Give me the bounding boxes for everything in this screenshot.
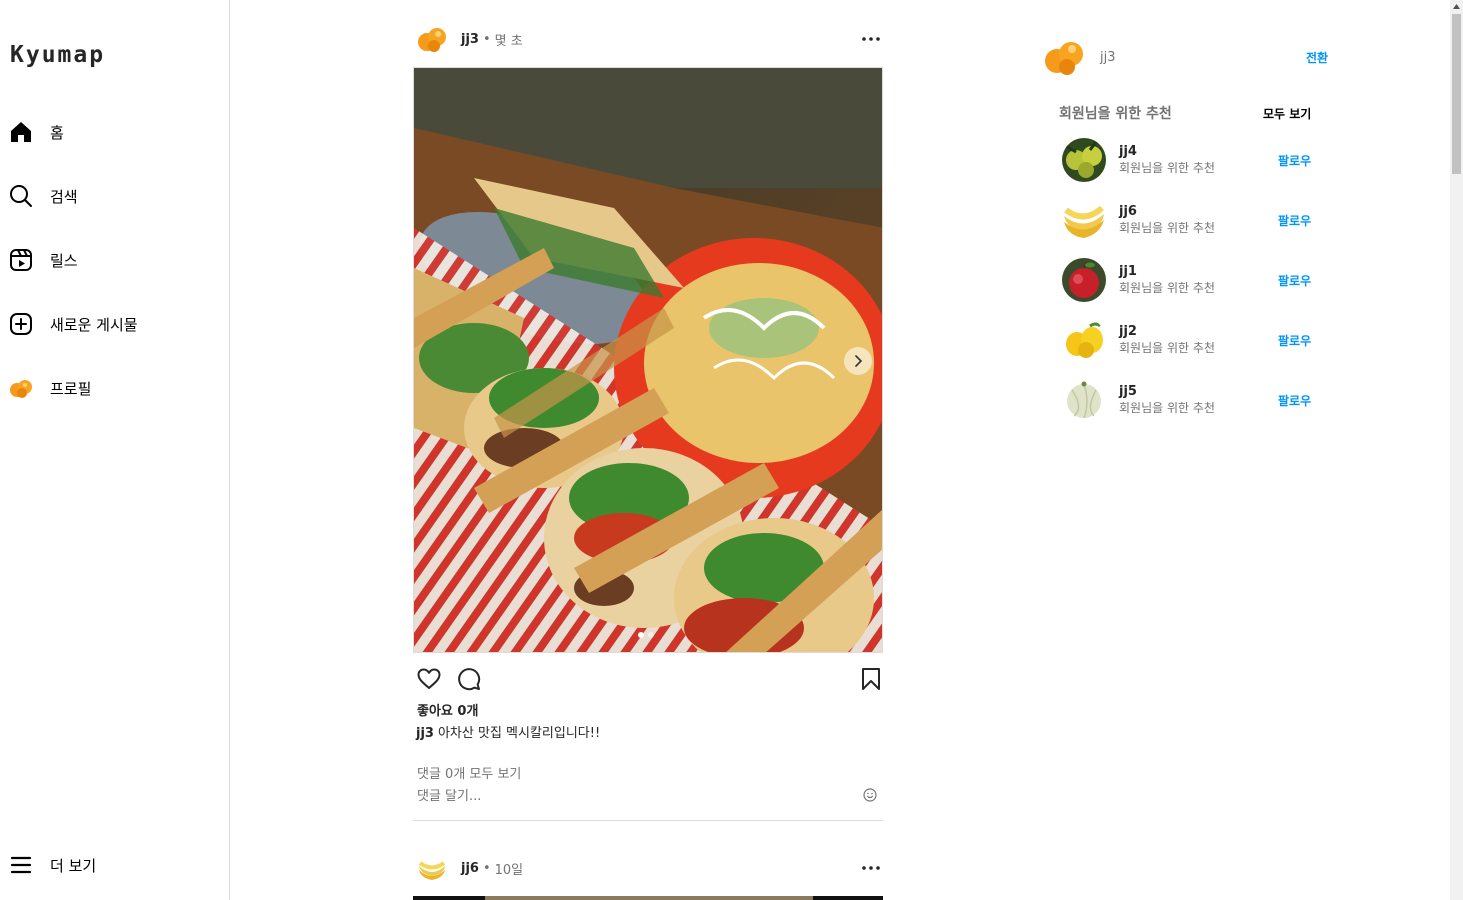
- suggestion-item: jj4 회원님을 위한 추천 팔로우: [1062, 138, 1322, 182]
- sidebar-item-home[interactable]: 홈: [8, 114, 218, 150]
- sidebar-item-label: 릴스: [50, 251, 78, 270]
- switch-account-button[interactable]: 전환: [1306, 49, 1328, 66]
- comment-input[interactable]: [417, 786, 837, 807]
- sidebar-item-search[interactable]: 검색: [8, 178, 218, 214]
- suggestion-item: jj6 회원님을 위한 추천 팔로우: [1062, 198, 1322, 242]
- sidebar-item-label: 검색: [50, 187, 78, 206]
- emoji-icon[interactable]: [863, 787, 879, 803]
- suggestion-text: jj4 회원님을 위한 추천: [1119, 144, 1215, 176]
- suggestion-text: jj6 회원님을 위한 추천: [1119, 204, 1215, 236]
- suggestion-subtitle: 회원님을 위한 추천: [1119, 281, 1215, 295]
- post-username[interactable]: jj6: [461, 861, 479, 876]
- carousel-next-button[interactable]: [844, 347, 872, 375]
- carousel-dot: [648, 632, 654, 638]
- profile-avatar-icon: [8, 375, 34, 401]
- current-user: jj3: [1042, 35, 1116, 79]
- melon-fruit-avatar-icon[interactable]: [1062, 378, 1106, 422]
- suggestion-item: jj2 회원님을 위한 추천 팔로우: [1062, 318, 1322, 362]
- sidebar-item-label: 홈: [50, 123, 64, 142]
- follow-button[interactable]: 팔로우: [1278, 332, 1311, 349]
- avatar[interactable]: [416, 23, 448, 55]
- suggestion-username[interactable]: jj1: [1119, 264, 1215, 280]
- follow-button[interactable]: 팔로우: [1278, 212, 1311, 229]
- lime-fruit-avatar-icon[interactable]: [1062, 138, 1106, 182]
- suggestion-text: jj2 회원님을 위한 추천: [1119, 324, 1215, 356]
- post-image-preview: [485, 896, 813, 900]
- sidebar: Kyumap 홈 검색 릴스 새로운 게시물 프로필 더 보기: [0, 0, 230, 900]
- menu-icon: [8, 852, 34, 878]
- post-actions: [413, 653, 883, 701]
- search-icon: [8, 183, 34, 209]
- suggestion-subtitle: 회원님을 위한 추천: [1119, 401, 1215, 415]
- home-icon: [8, 119, 34, 145]
- avatar[interactable]: [1042, 35, 1086, 79]
- follow-button[interactable]: 팔로우: [1278, 152, 1311, 169]
- sidebar-item-new-post[interactable]: 새로운 게시물: [8, 306, 218, 342]
- sidebar-item-more[interactable]: 더 보기: [8, 847, 218, 883]
- carousel-dot-active: [638, 632, 644, 638]
- more-options-icon[interactable]: [861, 29, 881, 49]
- view-all-comments-link[interactable]: 댓글 0개 모두 보기: [417, 765, 883, 785]
- separator-dot: •: [482, 860, 491, 876]
- current-username[interactable]: jj3: [1100, 50, 1116, 65]
- follow-button[interactable]: 팔로우: [1278, 272, 1311, 289]
- suggestion-subtitle: 회원님을 위한 추천: [1119, 161, 1215, 175]
- comment-bubble-icon[interactable]: [455, 665, 483, 693]
- post-time: 10일: [494, 862, 524, 878]
- sidebar-item-label: 새로운 게시물: [50, 315, 138, 334]
- page-scrollbar[interactable]: [1450, 0, 1463, 900]
- suggestion-subtitle: 회원님을 위한 추천: [1119, 341, 1215, 355]
- bookmark-icon[interactable]: [857, 665, 885, 693]
- like-heart-icon[interactable]: [415, 665, 443, 693]
- post-image[interactable]: [413, 67, 883, 653]
- plus-square-icon: [8, 311, 34, 337]
- app-logo[interactable]: Kyumap: [10, 42, 105, 68]
- sidebar-item-profile[interactable]: 프로필: [8, 370, 218, 406]
- reels-icon: [8, 247, 34, 273]
- separator-dot: •: [482, 31, 491, 47]
- post-username[interactable]: jj3: [461, 32, 479, 47]
- scroll-up-arrow-icon[interactable]: [1450, 0, 1463, 13]
- suggestion-text: jj1 회원님을 위한 추천: [1119, 264, 1215, 296]
- suggestion-username[interactable]: jj4: [1119, 144, 1215, 160]
- tacos-photo: [414, 68, 882, 652]
- lemon-fruit-avatar-icon[interactable]: [1062, 318, 1106, 362]
- sidebar-item-reels[interactable]: 릴스: [8, 242, 218, 278]
- caption-username[interactable]: jj3: [416, 726, 434, 741]
- see-all-link[interactable]: 모두 보기: [1263, 105, 1311, 122]
- suggestion-text: jj5 회원님을 위한 추천: [1119, 384, 1215, 416]
- avatar[interactable]: [416, 852, 448, 884]
- suggestion-item: jj1 회원님을 위한 추천 팔로우: [1062, 258, 1322, 302]
- like-count[interactable]: 좋아요 0개: [417, 701, 883, 723]
- carousel-indicator: [638, 632, 654, 638]
- more-options-icon[interactable]: [861, 858, 881, 878]
- suggestion-subtitle: 회원님을 위한 추천: [1119, 221, 1215, 235]
- scrollbar-thumb[interactable]: [1452, 14, 1461, 174]
- feed-post: jj3 • 몇 초 좋아요 0개 jj3 아차산 맛집 멕시칼리입니다!! 댓글…: [413, 17, 883, 821]
- comment-row: [413, 785, 883, 821]
- sidebar-item-label: 더 보기: [50, 856, 97, 875]
- suggestions-title: 회원님을 위한 추천: [1059, 106, 1172, 122]
- suggestion-item: jj5 회원님을 위한 추천 팔로우: [1062, 378, 1322, 422]
- post-time: 몇 초: [494, 33, 523, 49]
- banana-fruit-avatar-icon[interactable]: [1062, 198, 1106, 242]
- apple-fruit-avatar-icon[interactable]: [1062, 258, 1106, 302]
- feed-post: jj6 • 10일: [413, 846, 883, 900]
- suggestion-username[interactable]: jj2: [1119, 324, 1215, 340]
- post-header: jj6 • 10일: [413, 846, 883, 890]
- post-caption: jj3 아차산 맛집 멕시칼리입니다!!: [416, 723, 883, 745]
- follow-button[interactable]: 팔로우: [1278, 392, 1311, 409]
- suggestion-username[interactable]: jj5: [1119, 384, 1215, 400]
- post-header: jj3 • 몇 초: [413, 17, 883, 61]
- post-image[interactable]: [413, 896, 883, 900]
- suggestion-username[interactable]: jj6: [1119, 204, 1215, 220]
- caption-text: 아차산 맛집 멕시칼리입니다!!: [437, 726, 601, 741]
- sidebar-item-label: 프로필: [50, 379, 92, 398]
